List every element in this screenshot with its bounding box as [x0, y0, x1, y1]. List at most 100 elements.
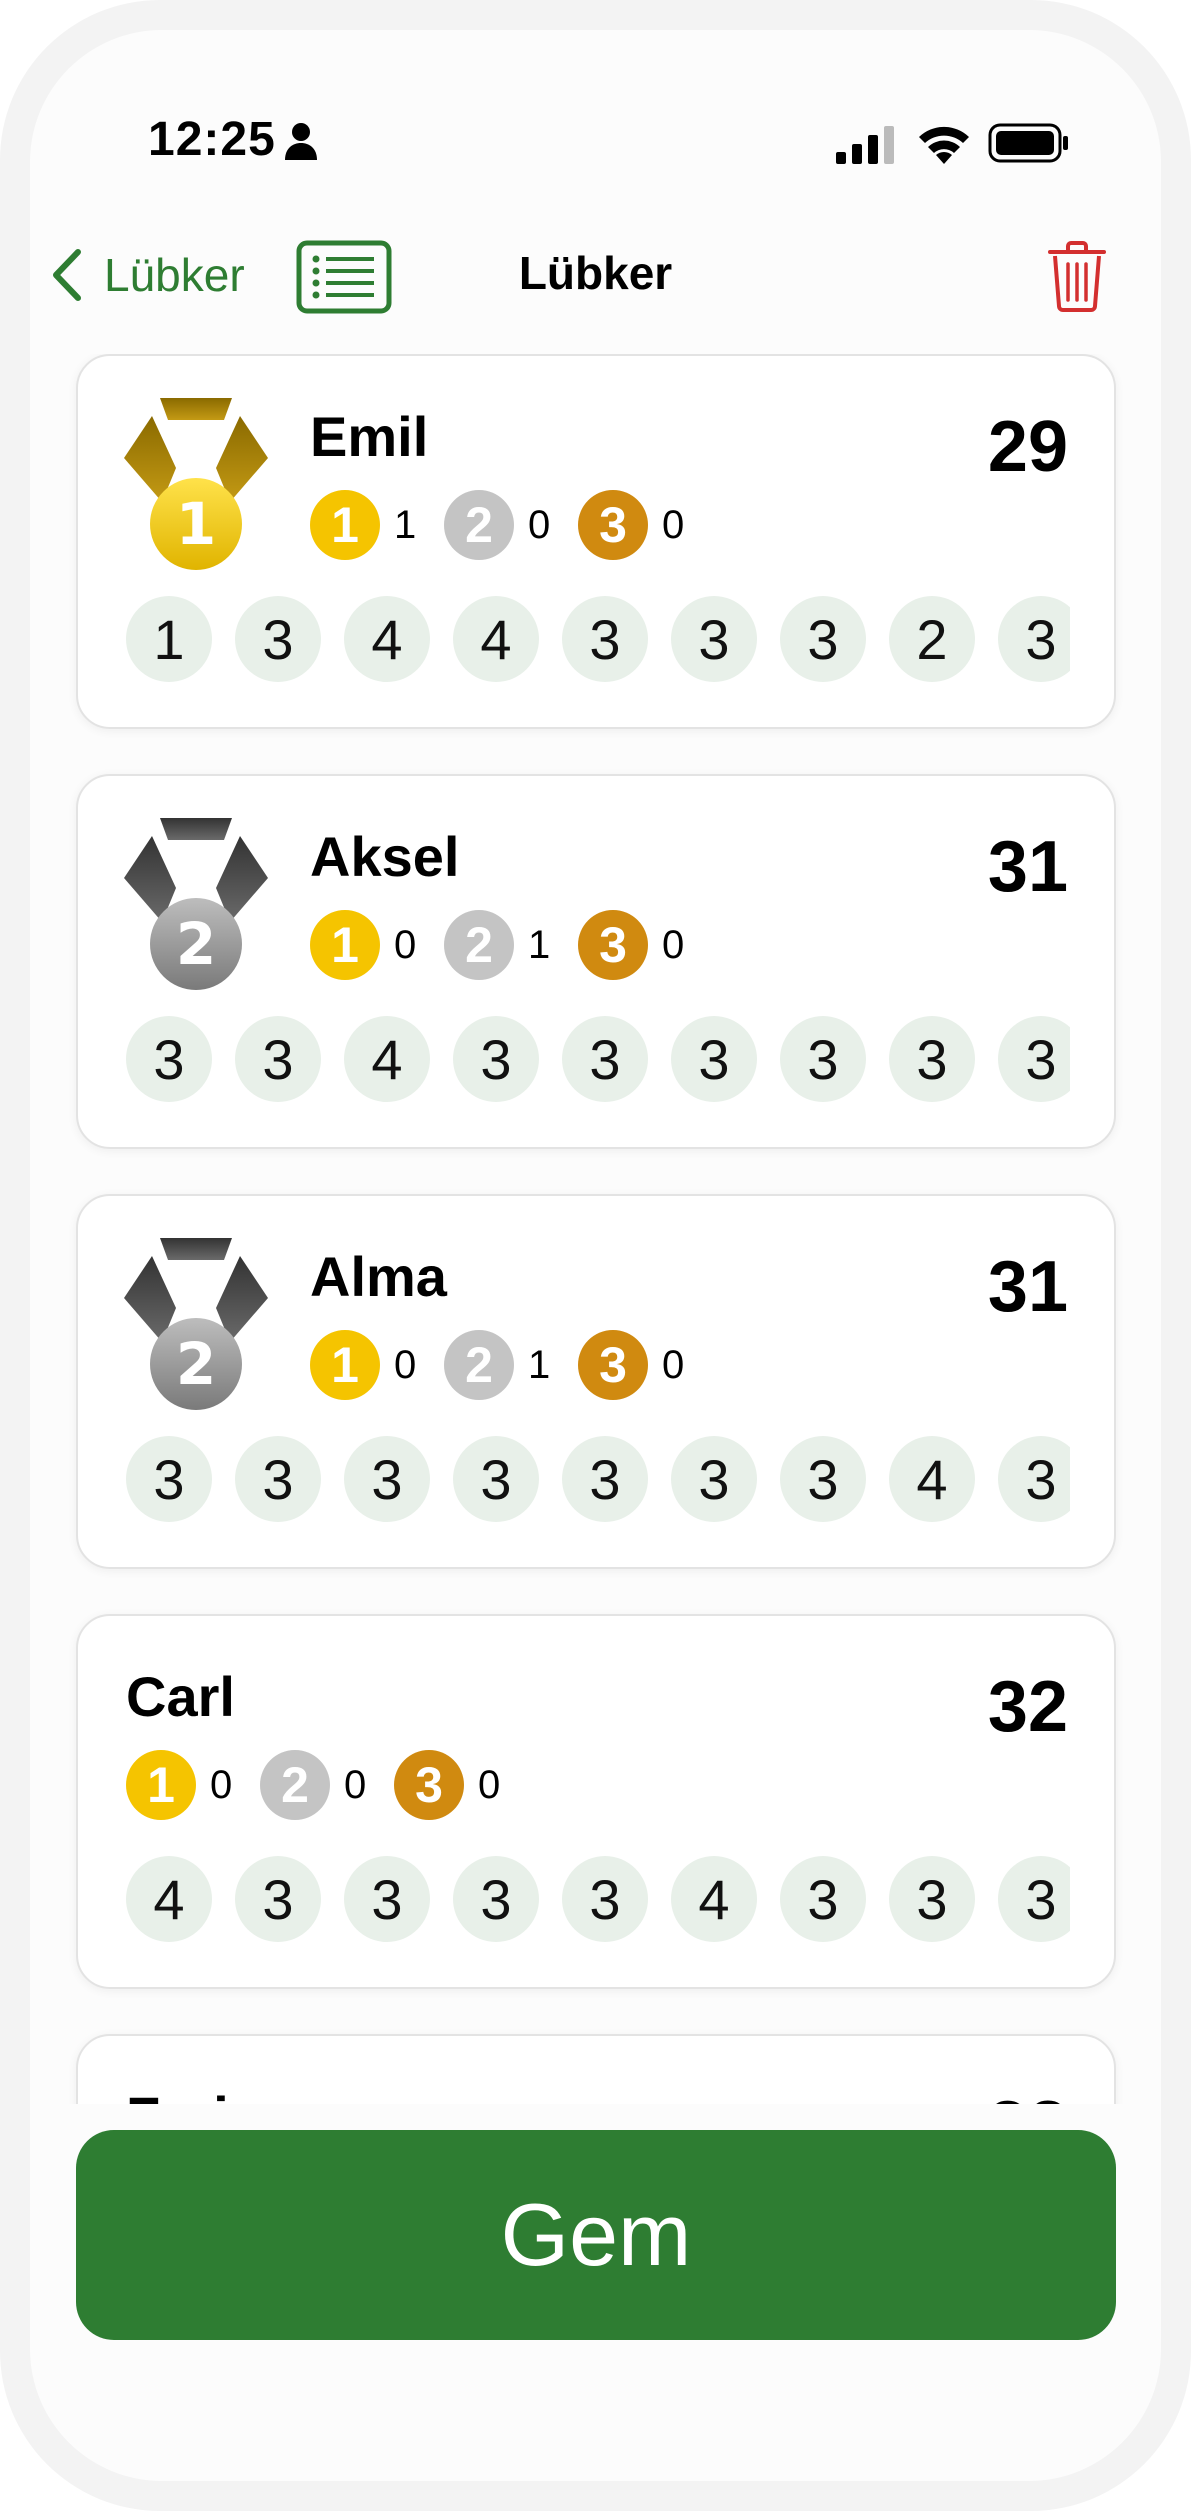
hole-score[interactable]: 3 — [998, 1856, 1070, 1942]
silver-medal-count: 21 — [444, 1330, 551, 1400]
hole-score[interactable]: 3 — [453, 1016, 539, 1102]
hole-score[interactable]: 3 — [344, 1856, 430, 1942]
cellular-signal-icon — [836, 126, 894, 164]
hole-score[interactable]: 3 — [562, 1436, 648, 1522]
gold-medal-count: 10 — [126, 1750, 233, 1820]
back-button-label: Lübker — [104, 249, 245, 301]
hole-score[interactable]: 3 — [780, 596, 866, 682]
bronze-medal-icon: 3 — [578, 910, 648, 980]
gold-medal-icon: 1 — [310, 1330, 380, 1400]
hole-score[interactable]: 3 — [235, 596, 321, 682]
screen: 12:25 Lübker Lübker 1 Emil 29 1 1 2 0 3 … — [30, 30, 1161, 2481]
silver-count-value: 0 — [344, 1762, 367, 1807]
svg-text:2: 2 — [176, 910, 216, 978]
hole-score[interactable]: 1 — [126, 596, 212, 682]
list-icon[interactable] — [296, 240, 392, 314]
hole-score[interactable]: 3 — [889, 1016, 975, 1102]
hole-score[interactable]: 4 — [671, 1856, 757, 1942]
hole-score[interactable]: 3 — [671, 1436, 757, 1522]
player-card[interactable]: Freja 32 — [76, 2034, 1116, 2104]
bronze-count-value: 0 — [478, 1762, 501, 1807]
gold-medal-count: 11 — [310, 490, 417, 560]
player-total-score: 29 — [987, 407, 1068, 487]
silver-medal-icon: 2 — [444, 1330, 514, 1400]
hole-score[interactable]: 4 — [344, 1016, 430, 1102]
player-card[interactable]: 2 Alma 31 1 0 2 1 3 0 3 3 3 3 3 3 3 4 3 — [76, 1194, 1116, 1569]
silver-medal-count: 20 — [260, 1750, 367, 1820]
hole-score[interactable]: 3 — [344, 1436, 430, 1522]
silver-count-value: 1 — [528, 1342, 551, 1387]
silver-medal-count: 21 — [444, 910, 551, 980]
hole-score[interactable]: 3 — [889, 1856, 975, 1942]
chevron-left-icon — [53, 249, 81, 301]
bronze-medal-icon: 3 — [394, 1750, 464, 1820]
medal-counts: 112030 — [310, 490, 712, 560]
player-name: Alma — [310, 1245, 447, 1308]
player-card[interactable]: 1 Emil 29 1 1 2 0 3 0 1 3 4 4 3 3 3 2 3 — [76, 354, 1116, 729]
hole-score[interactable]: 3 — [126, 1436, 212, 1522]
player-name: Freja — [126, 2084, 260, 2104]
hole-score[interactable]: 3 — [562, 1856, 648, 1942]
gold-count-value: 0 — [394, 1342, 417, 1387]
trash-icon[interactable] — [1046, 240, 1108, 312]
back-button[interactable]: Lübker — [50, 240, 245, 310]
navigation-bar: Lübker Lübker — [30, 220, 1161, 330]
hole-score[interactable]: 4 — [344, 596, 430, 682]
hole-score[interactable]: 3 — [562, 1016, 648, 1102]
gold-count-value: 0 — [210, 1762, 233, 1807]
hole-score[interactable]: 3 — [671, 596, 757, 682]
hole-score[interactable]: 2 — [889, 596, 975, 682]
hole-score[interactable]: 3 — [126, 1016, 212, 1102]
hole-score[interactable]: 3 — [998, 596, 1070, 682]
hole-scores[interactable]: 433334333 — [126, 1856, 1070, 1946]
hole-score[interactable]: 3 — [998, 1436, 1070, 1522]
hole-score[interactable]: 3 — [562, 596, 648, 682]
silver-count-value: 1 — [528, 922, 551, 967]
hole-score[interactable]: 3 — [235, 1436, 321, 1522]
hole-scores[interactable]: 334333333 — [126, 1016, 1070, 1106]
bronze-count-value: 0 — [662, 502, 685, 547]
hole-scores[interactable]: 134433323 — [126, 596, 1070, 686]
save-button[interactable]: Gem — [76, 2130, 1116, 2340]
hole-score[interactable]: 4 — [453, 596, 539, 682]
bronze-count-value: 0 — [662, 922, 685, 967]
svg-text:1: 1 — [176, 490, 216, 558]
bronze-medal-count: 30 — [578, 910, 685, 980]
bronze-medal-icon: 3 — [578, 1330, 648, 1400]
hole-scores[interactable]: 333333343 — [126, 1436, 1070, 1526]
gold-medal-icon: 1 — [310, 910, 380, 980]
hole-score[interactable]: 3 — [453, 1436, 539, 1522]
player-name: Emil — [310, 405, 429, 468]
hole-score[interactable]: 3 — [780, 1436, 866, 1522]
silver-count-value: 0 — [528, 502, 551, 547]
player-card[interactable]: 2 Aksel 31 1 0 2 1 3 0 3 3 4 3 3 3 3 3 3 — [76, 774, 1116, 1149]
gold-medal-icon: 1 — [124, 398, 268, 570]
hole-score[interactable]: 3 — [780, 1856, 866, 1942]
player-name: Aksel — [310, 825, 460, 888]
hole-score[interactable]: 3 — [235, 1856, 321, 1942]
battery-icon — [988, 123, 1068, 163]
hole-score[interactable]: 3 — [998, 1016, 1070, 1102]
wifi-icon — [919, 126, 969, 164]
gold-count-value: 1 — [394, 502, 417, 547]
hole-score[interactable]: 4 — [126, 1856, 212, 1942]
player-total-score: 32 — [988, 2086, 1068, 2104]
silver-medal-count: 20 — [444, 490, 551, 560]
hole-score[interactable]: 3 — [235, 1016, 321, 1102]
bronze-medal-count: 30 — [578, 490, 685, 560]
hole-score[interactable]: 3 — [453, 1856, 539, 1942]
bronze-count-value: 0 — [662, 1342, 685, 1387]
svg-text:2: 2 — [176, 1330, 216, 1398]
silver-medal-icon: 2 — [124, 818, 268, 990]
players-list[interactable]: 1 Emil 29 1 1 2 0 3 0 1 3 4 4 3 3 3 2 3 2 Aksel 31 1 0 2 1 3 0 3 3 4 3… — [30, 354, 1161, 2104]
gold-medal-icon: 1 — [310, 490, 380, 560]
hole-score[interactable]: 3 — [780, 1016, 866, 1102]
silver-medal-icon: 2 — [444, 490, 514, 560]
silver-medal-icon: 2 — [124, 1238, 268, 1410]
player-card[interactable]: Carl 32 1 0 2 0 3 0 4 3 3 3 3 4 3 3 3 — [76, 1614, 1116, 1989]
hole-score[interactable]: 3 — [671, 1016, 757, 1102]
medal-counts: 1 0 21 30 — [310, 910, 712, 980]
player-total-score: 31 — [987, 827, 1068, 907]
status-bar: 12:25 — [30, 30, 1161, 200]
hole-score[interactable]: 4 — [889, 1436, 975, 1522]
